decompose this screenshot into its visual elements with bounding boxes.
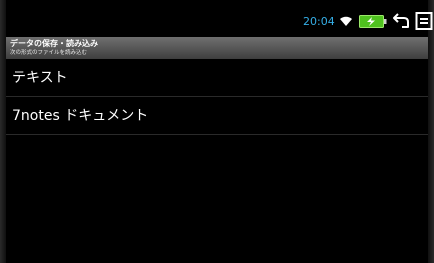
list-item-7notes-document[interactable]: 7notes ドキュメント (6, 97, 428, 135)
dialog-title: データの保存・読み込み (10, 39, 98, 48)
screen: 20:04 データの保存・読み込み 次の形式のファイルを読み込む テキスト 7n… (0, 0, 434, 263)
list-item-text[interactable]: テキスト (6, 59, 428, 97)
device-frame-right (428, 0, 434, 263)
file-format-list: テキスト 7notes ドキュメント (6, 59, 428, 135)
dialog-title-bar: データの保存・読み込み 次の形式のファイルを読み込む (6, 37, 428, 59)
list-item-label: テキスト (12, 70, 68, 86)
menu-icon[interactable] (415, 11, 433, 31)
dialog-subtitle: 次の形式のファイルを読み込む (10, 50, 88, 56)
wifi-icon (340, 16, 352, 26)
list-item-label: 7notes ドキュメント (12, 108, 149, 124)
status-bar: 20:04 (6, 5, 433, 37)
battery-charging-icon (359, 15, 387, 28)
status-time: 20:04 (303, 15, 335, 28)
back-icon[interactable] (391, 11, 411, 31)
